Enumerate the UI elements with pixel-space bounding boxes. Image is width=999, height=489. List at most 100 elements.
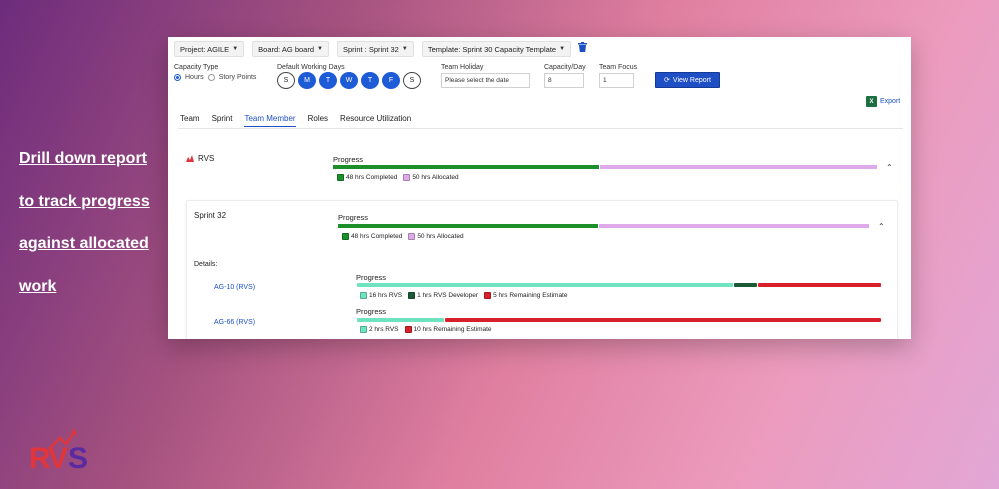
sprint-dropdown[interactable]: Sprint : Sprint 32 ▼ bbox=[336, 41, 414, 57]
collapse-chevron-icon[interactable]: ⌃ bbox=[886, 163, 893, 172]
working-days-toggles: S M T W T F S bbox=[277, 72, 421, 89]
tab-team-member[interactable]: Team Member bbox=[244, 114, 296, 127]
day-toggle-tuesday[interactable]: T bbox=[319, 72, 337, 89]
day-toggle-thursday[interactable]: T bbox=[361, 72, 379, 89]
details-label: Details: bbox=[194, 261, 218, 268]
bar-segment-allocated bbox=[598, 224, 869, 228]
issue-link-ag-10[interactable]: AG-10 (RVS) bbox=[214, 284, 255, 291]
tab-resource-utilization[interactable]: Resource Utilization bbox=[340, 114, 411, 127]
story-points-radio[interactable] bbox=[207, 74, 215, 81]
tab-roles[interactable]: Roles bbox=[308, 114, 328, 127]
bar-segment-allocated bbox=[600, 165, 877, 169]
settings-row: Capacity Type Hours Story Points Default… bbox=[174, 64, 909, 94]
report-tabs: Team Sprint Team Member Roles Resource U… bbox=[180, 114, 411, 127]
legend-item: 1 hrs RVS Developer bbox=[408, 292, 478, 299]
legend-item: 16 hrs RVS bbox=[360, 292, 402, 299]
trash-icon[interactable] bbox=[578, 42, 587, 52]
view-report-label: View Report bbox=[672, 76, 711, 84]
legend-label: 10 hrs Remaining Estimate bbox=[413, 326, 492, 333]
bar-segment-0 bbox=[357, 318, 445, 322]
legend-swatch bbox=[404, 326, 412, 333]
template-dropdown[interactable]: Template: Sprint 30 Capacity Template ▼ bbox=[421, 41, 572, 57]
member-progress-bar bbox=[333, 165, 877, 169]
chevron-down-icon: ▼ bbox=[317, 46, 323, 52]
export-label: Export bbox=[880, 98, 901, 105]
hours-radio-label: Hours bbox=[185, 74, 204, 81]
bar-segment-1 bbox=[733, 283, 758, 287]
promo-text: Drill down report to track progress agai… bbox=[19, 138, 159, 308]
legend-swatch bbox=[360, 326, 367, 333]
team-focus-label: Team Focus bbox=[599, 64, 638, 71]
tab-team[interactable]: Team bbox=[180, 114, 200, 127]
legend-label: 2 hrs RVS bbox=[369, 326, 399, 333]
sprint-progress-title: Progress bbox=[338, 213, 369, 222]
bar-segment-completed bbox=[333, 165, 600, 169]
board-dropdown[interactable]: Board: AG board ▼ bbox=[252, 41, 329, 57]
excel-icon: X bbox=[866, 96, 877, 107]
view-report-button[interactable]: ⟳ View Report bbox=[655, 72, 720, 88]
bar-segment-1 bbox=[445, 318, 881, 322]
issue-legend: 2 hrs RVS 10 hrs Remaining Estimate bbox=[360, 326, 492, 333]
filter-bar: Project: AGILE ▼ Board: AG board ▼ Sprin… bbox=[174, 41, 572, 57]
rvs-logo-icon bbox=[186, 155, 194, 162]
promo-line-1[interactable]: Drill down report bbox=[19, 138, 159, 181]
chevron-down-icon: ▼ bbox=[232, 46, 239, 52]
day-toggle-friday[interactable]: F bbox=[382, 72, 400, 89]
legend-swatch bbox=[484, 292, 492, 299]
promo-line-3[interactable]: against allocated bbox=[19, 223, 159, 266]
sprint-name: Sprint 32 bbox=[194, 211, 227, 220]
team-focus-input[interactable]: 1 bbox=[599, 73, 634, 88]
bar-segment-2 bbox=[758, 283, 881, 287]
story-points-radio-label: Story Points bbox=[218, 74, 257, 81]
legend-label: 50 hrs Allocated bbox=[412, 174, 459, 181]
refresh-icon: ⟳ bbox=[664, 77, 670, 84]
day-toggle-saturday[interactable]: S bbox=[403, 72, 421, 89]
issue-link-ag-66[interactable]: AG-66 (RVS) bbox=[214, 319, 255, 326]
legend-item: 2 hrs RVS bbox=[360, 326, 399, 333]
tab-sprint[interactable]: Sprint bbox=[212, 114, 233, 127]
legend-item: 10 hrs Remaining Estimate bbox=[404, 326, 492, 333]
member-name-label: RVS bbox=[198, 154, 215, 163]
chevron-down-icon: ▼ bbox=[559, 46, 566, 52]
board-dropdown-label: Board: AG board bbox=[258, 44, 315, 54]
promo-line-2[interactable]: to track progress bbox=[19, 181, 159, 224]
legend-item: 48 hrs Completed bbox=[342, 233, 402, 240]
hours-radio[interactable] bbox=[174, 74, 181, 81]
bar-segment-completed bbox=[338, 224, 598, 228]
legend-swatch bbox=[337, 174, 344, 181]
project-dropdown-label: Project: AGILE bbox=[180, 44, 230, 54]
capacity-day-input[interactable]: 8 bbox=[544, 73, 584, 88]
member-legend: 48 hrs Completed 50 hrs Allocated bbox=[337, 174, 459, 181]
day-toggle-sunday[interactable]: S bbox=[277, 72, 295, 89]
sprint-dropdown-label: Sprint : Sprint 32 bbox=[342, 44, 399, 54]
promo-line-4[interactable]: work bbox=[19, 266, 159, 309]
svg-text:S: S bbox=[68, 442, 88, 474]
team-holiday-input[interactable]: Please select the date bbox=[441, 73, 530, 88]
legend-item: 5 hrs Remaining Estimate bbox=[484, 292, 567, 299]
legend-swatch bbox=[408, 292, 416, 299]
legend-swatch bbox=[408, 233, 416, 240]
capacity-day-label: Capacity/Day bbox=[544, 64, 586, 71]
member-progress-title: Progress bbox=[333, 155, 364, 164]
export-button[interactable]: X Export bbox=[866, 96, 900, 107]
legend-item: 50 hrs Allocated bbox=[403, 174, 459, 181]
legend-label: 16 hrs RVS bbox=[369, 292, 403, 299]
legend-swatch bbox=[360, 292, 367, 299]
template-dropdown-label: Template: Sprint 30 Capacity Template bbox=[427, 44, 557, 54]
legend-label: 50 hrs Allocated bbox=[417, 233, 464, 240]
collapse-chevron-icon[interactable]: ⌃ bbox=[878, 222, 885, 231]
chevron-down-icon: ▼ bbox=[401, 46, 408, 52]
bar-segment-0 bbox=[357, 283, 733, 287]
legend-swatch bbox=[403, 174, 411, 181]
member-name: RVS bbox=[186, 154, 214, 163]
capacity-type-label: Capacity Type bbox=[174, 64, 219, 71]
issue-progress-bar bbox=[357, 283, 881, 287]
team-holiday-label: Team Holiday bbox=[441, 64, 484, 71]
working-days-label: Default Working Days bbox=[277, 64, 345, 71]
capacity-report-window: Project: AGILE ▼ Board: AG board ▼ Sprin… bbox=[168, 37, 911, 339]
project-dropdown[interactable]: Project: AGILE ▼ bbox=[174, 41, 245, 57]
day-toggle-monday[interactable]: M bbox=[298, 72, 316, 89]
legend-item: 50 hrs Allocated bbox=[408, 233, 464, 240]
day-toggle-wednesday[interactable]: W bbox=[340, 72, 358, 89]
issue-progress-title: Progress bbox=[356, 273, 387, 282]
